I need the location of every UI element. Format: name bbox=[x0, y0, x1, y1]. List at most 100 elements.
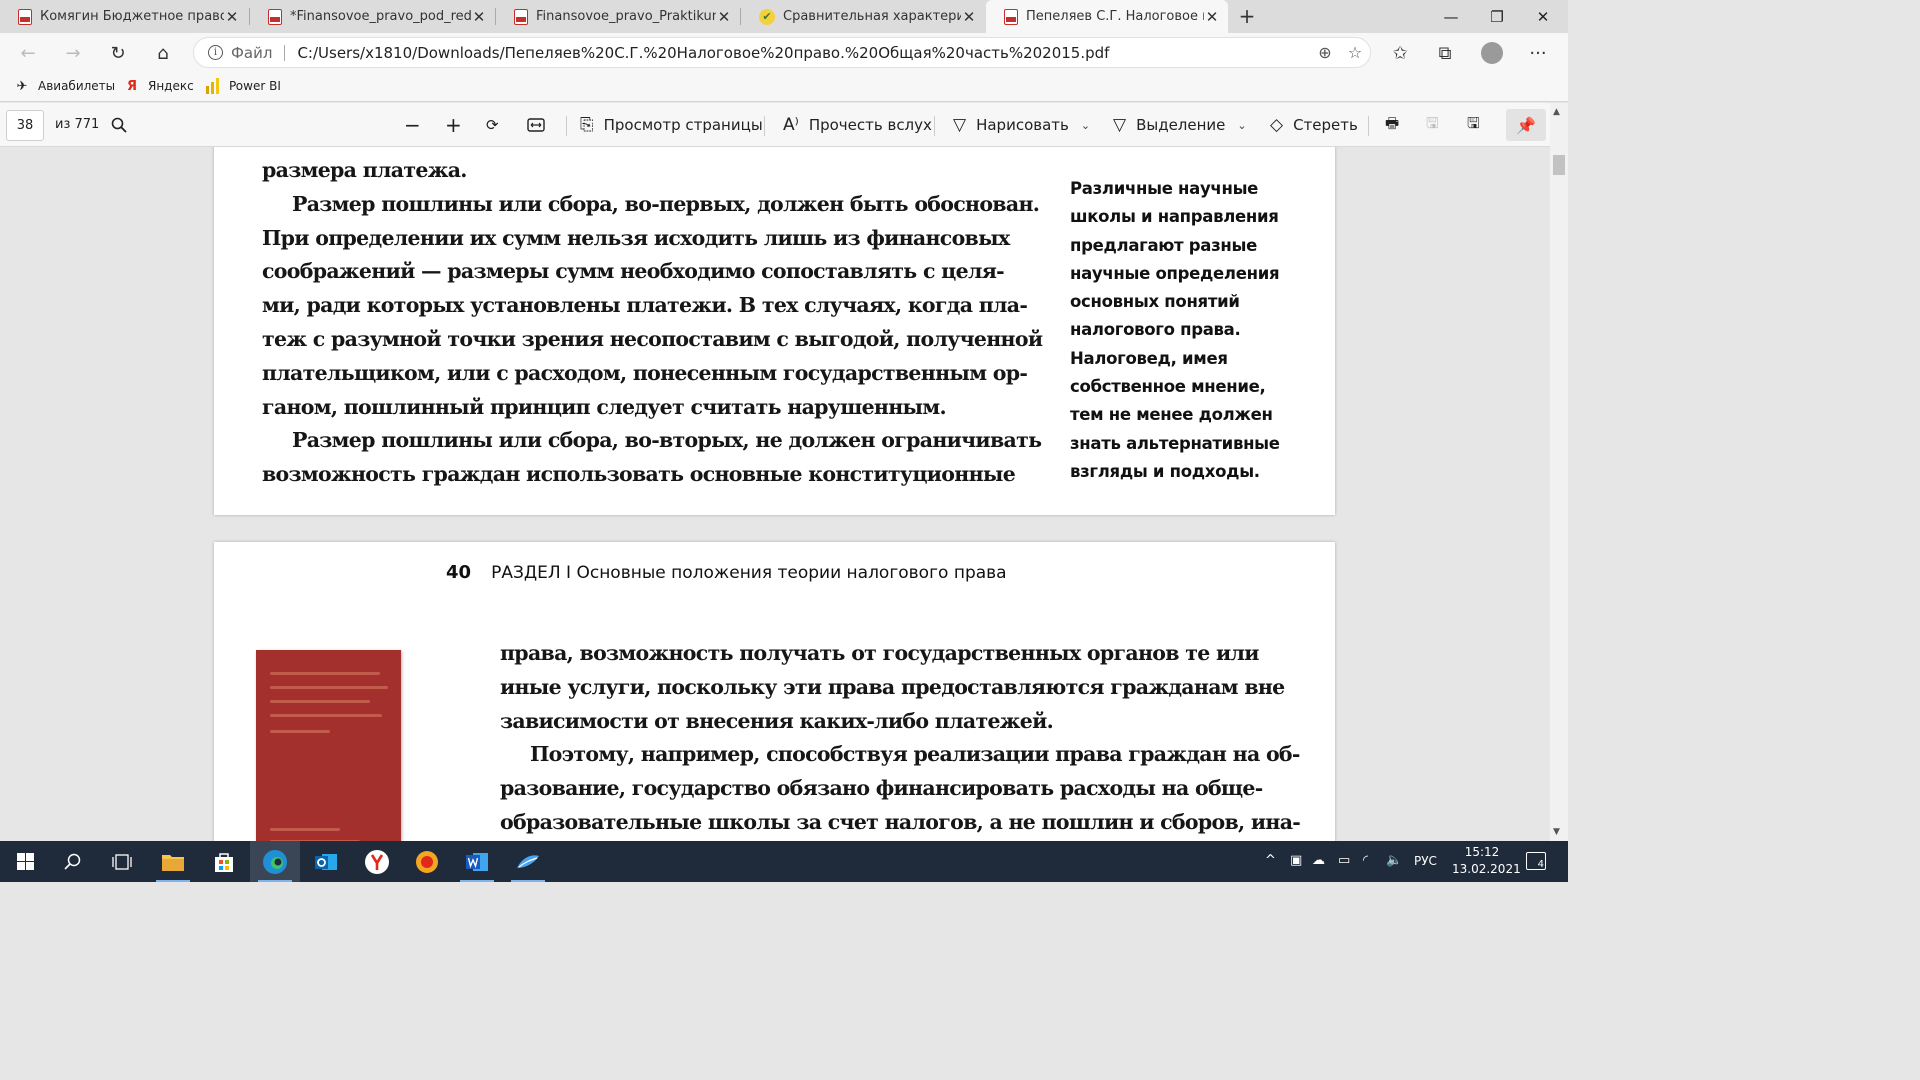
zoom-icon[interactable]: ⊕ bbox=[1310, 43, 1340, 62]
cover-title-line bbox=[270, 700, 370, 703]
checkmark-icon: ✔ bbox=[759, 8, 775, 25]
wifi-icon[interactable]: ◜ bbox=[1363, 853, 1368, 868]
tab-sravnitelnaya[interactable]: ✔ Сравнительная характеристика ✕ bbox=[741, 0, 985, 33]
tab-finansovoe-pravo[interactable]: *Finansovoe_pravo_pod_red_Khi ✕ bbox=[250, 0, 495, 33]
rotate-icon[interactable]: ⟳ bbox=[486, 112, 499, 138]
onedrive-icon[interactable]: ☁ bbox=[1312, 853, 1325, 868]
new-tab-button[interactable]: + bbox=[1236, 4, 1258, 28]
note-line: взгляды и подходы. bbox=[1070, 461, 1260, 481]
save-as-icon[interactable]: 🖫 bbox=[1467, 112, 1480, 138]
yandex-browser-icon[interactable] bbox=[352, 841, 402, 882]
favorite-aviabilety[interactable]: ✈ Авиабилеты bbox=[14, 78, 116, 94]
tab-strip: Комягин Бюджетное право в С ✕ *Finansovo… bbox=[0, 0, 1568, 33]
tab-close-icon[interactable]: ✕ bbox=[1204, 8, 1220, 26]
cover-title-line bbox=[270, 672, 380, 675]
margin-note: Различные научные школы и направления пр… bbox=[1070, 175, 1300, 486]
text-line: права, возможность получать от государст… bbox=[500, 641, 1259, 665]
edge-icon[interactable] bbox=[250, 841, 300, 882]
profile-avatar[interactable] bbox=[1478, 39, 1506, 67]
highlight-button[interactable]: ▽ Выделение ⌄ bbox=[1113, 112, 1247, 138]
favorites-bar: ✈ Авиабилеты Я Яндекс Power BI bbox=[0, 72, 1568, 102]
file-explorer-icon[interactable] bbox=[148, 841, 198, 882]
task-view-icon[interactable] bbox=[97, 841, 147, 882]
close-window-button[interactable]: ✕ bbox=[1520, 0, 1566, 33]
cover-title-line bbox=[270, 730, 330, 733]
word-icon[interactable] bbox=[452, 841, 502, 882]
vertical-scrollbar[interactable]: ▲ ▼ bbox=[1550, 103, 1568, 841]
pin-toolbar-icon[interactable]: 📌 bbox=[1506, 109, 1546, 141]
refresh-button[interactable]: ↻ bbox=[104, 39, 132, 67]
app-icon[interactable] bbox=[503, 841, 553, 882]
tab-close-icon[interactable]: ✕ bbox=[716, 8, 732, 26]
store-icon[interactable] bbox=[199, 841, 249, 882]
tab-pepelyaev[interactable]: Пепеляев С.Г. Налоговое право ✕ bbox=[986, 0, 1228, 33]
favorite-powerbi[interactable]: Power BI bbox=[205, 78, 281, 94]
save-icon[interactable]: 🖫 bbox=[1426, 112, 1439, 138]
tab-title: *Finansovoe_pravo_pod_red_Khi bbox=[290, 9, 471, 24]
note-line: знать альтернативные bbox=[1070, 433, 1280, 453]
restore-button[interactable]: ❐ bbox=[1474, 0, 1520, 33]
search-icon[interactable] bbox=[48, 841, 98, 882]
erase-button[interactable]: ◇ Стереть bbox=[1270, 112, 1358, 138]
pdf-viewer[interactable]: размера платежа. Размер пошлины или сбор… bbox=[0, 147, 1550, 841]
pdf-icon bbox=[18, 8, 32, 25]
pdf-icon bbox=[514, 8, 528, 25]
favorite-label: Яндекс bbox=[148, 79, 194, 93]
text-line: образовательные школы за счет налогов, а… bbox=[500, 809, 1301, 834]
tab-title: Пепеляев С.Г. Налоговое право bbox=[1026, 9, 1204, 24]
print-icon[interactable]: 🖶 bbox=[1385, 112, 1399, 138]
tab-praktikum[interactable]: Finansovoe_pravo_Praktikum_ras ✕ bbox=[496, 0, 740, 33]
home-button[interactable]: ⌂ bbox=[149, 39, 177, 67]
notifications-icon[interactable]: 4 bbox=[1526, 852, 1546, 870]
add-favorite-icon[interactable]: ☆ bbox=[1340, 43, 1370, 62]
chevron-down-icon[interactable]: ⌄ bbox=[1237, 119, 1246, 132]
draw-button[interactable]: ▽ Нарисовать ⌄ bbox=[953, 112, 1090, 138]
page-total: из 771 bbox=[55, 117, 100, 132]
chevron-down-icon[interactable]: ⌄ bbox=[1081, 119, 1090, 132]
pdf-page-40: 40 РАЗДЕЛ I Основные положения теории нал… bbox=[214, 542, 1335, 841]
text-line: размера платежа. bbox=[262, 158, 467, 182]
battery-icon[interactable]: ▭ bbox=[1338, 853, 1350, 868]
notification-count: 4 bbox=[1537, 859, 1544, 870]
favorite-yandex[interactable]: Я Яндекс bbox=[124, 78, 194, 94]
yandex-icon: Я bbox=[126, 78, 137, 94]
address-bar[interactable]: i Файл C:/Users/x1810/Downloads/Пепеляев… bbox=[193, 37, 1371, 68]
outlook-icon[interactable] bbox=[301, 841, 351, 882]
more-menu-icon[interactable]: ··· bbox=[1524, 39, 1552, 67]
input-language[interactable]: РУС bbox=[1414, 854, 1437, 868]
tab-komyagin[interactable]: Комягин Бюджетное право в С ✕ bbox=[0, 0, 248, 33]
toolbar-divider bbox=[566, 116, 567, 136]
forward-button[interactable]: → bbox=[59, 39, 87, 67]
page-body-text: права, возможность получать от государст… bbox=[500, 637, 1301, 840]
tab-close-icon[interactable]: ✕ bbox=[471, 8, 487, 26]
highlight-label: Выделение bbox=[1136, 116, 1226, 134]
clock[interactable]: 15:12 13.02.2021 bbox=[1452, 844, 1521, 878]
tab-close-icon[interactable]: ✕ bbox=[961, 8, 977, 26]
draw-label: Нарисовать bbox=[976, 116, 1069, 134]
page-number-input[interactable]: 38 bbox=[6, 110, 44, 141]
powerbi-icon bbox=[205, 78, 221, 94]
yandex-music-icon[interactable] bbox=[402, 841, 452, 882]
start-button[interactable] bbox=[0, 841, 50, 882]
tab-close-icon[interactable]: ✕ bbox=[224, 8, 240, 26]
volume-icon[interactable]: 🔈 bbox=[1386, 853, 1402, 868]
scroll-down-icon[interactable]: ▼ bbox=[1553, 827, 1560, 837]
back-button[interactable]: ← bbox=[14, 39, 42, 67]
note-line: Налоговед, имея bbox=[1070, 348, 1228, 368]
scroll-up-icon[interactable]: ▲ bbox=[1553, 107, 1560, 117]
show-hidden-icons-icon[interactable]: ^ bbox=[1265, 853, 1276, 868]
scrollbar-thumb[interactable] bbox=[1553, 155, 1565, 175]
url-text[interactable]: C:/Users/x1810/Downloads/Пепеляев%20С.Г.… bbox=[297, 44, 1310, 62]
fit-page-icon[interactable] bbox=[527, 112, 545, 138]
zoom-in-icon[interactable]: + bbox=[445, 112, 462, 138]
minimize-button[interactable]: — bbox=[1428, 0, 1474, 33]
address-row: ← → ↻ ⌂ i Файл C:/Users/x1810/Downloads/… bbox=[0, 33, 1568, 72]
info-icon[interactable]: i bbox=[208, 45, 223, 60]
favorites-icon[interactable]: ✩ bbox=[1386, 39, 1414, 67]
zoom-out-icon[interactable]: − bbox=[404, 112, 421, 138]
meet-now-icon[interactable]: ▣ bbox=[1290, 853, 1302, 868]
page-view-button[interactable]: ⎘ Просмотр страницы bbox=[580, 112, 763, 138]
collections-icon[interactable]: ⧉ bbox=[1431, 39, 1459, 67]
find-icon[interactable] bbox=[111, 112, 127, 138]
read-aloud-button[interactable]: A͏⁾ Прочесть вслух bbox=[783, 112, 932, 138]
